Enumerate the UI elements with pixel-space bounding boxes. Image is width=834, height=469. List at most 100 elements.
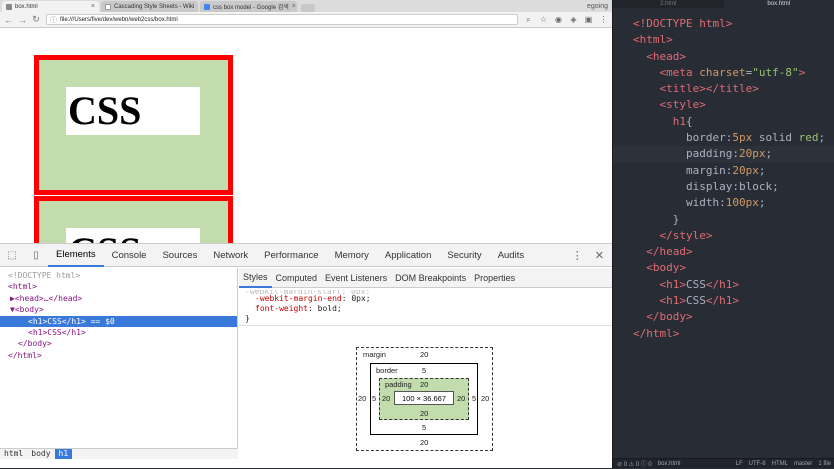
browser-tab-wikipedia[interactable]: Cascading Style Sheets - Wiki × bbox=[101, 1, 198, 12]
code-line: <style> bbox=[613, 97, 834, 113]
status-line-ending[interactable]: LF bbox=[736, 461, 743, 467]
inspect-element-icon[interactable]: ⬚ bbox=[0, 250, 24, 261]
h1-element-second[interactable]: CSS bbox=[34, 196, 233, 243]
margin-bottom-value[interactable]: 20 bbox=[420, 438, 428, 447]
close-icon[interactable]: × bbox=[91, 3, 95, 10]
more-options-icon[interactable]: ⋮ bbox=[572, 249, 583, 262]
code-line: border:5px solid red; bbox=[613, 130, 834, 146]
tab-memory[interactable]: Memory bbox=[327, 244, 377, 267]
menu-icon[interactable]: ⋮ bbox=[599, 15, 608, 24]
tab-label: box.html bbox=[15, 4, 38, 10]
css-value: 0px; bbox=[351, 294, 370, 303]
new-tab-button[interactable] bbox=[301, 4, 315, 12]
tab-computed[interactable]: Computed bbox=[272, 268, 322, 288]
dom-node-html-close[interactable]: </html> bbox=[0, 350, 237, 361]
browser-tab-box-html[interactable]: box.html × bbox=[2, 1, 99, 12]
extension-icon[interactable]: ▣ bbox=[584, 15, 593, 24]
tab-performance[interactable]: Performance bbox=[256, 244, 326, 267]
css-declaration[interactable]: -webkit-margin-end: 0px; bbox=[245, 294, 606, 304]
reload-icon[interactable]: ↻ bbox=[32, 14, 40, 25]
status-encoding[interactable]: UTF-8 bbox=[749, 461, 766, 467]
h1-content: CSS bbox=[66, 87, 200, 135]
breadcrumb: html body h1 bbox=[0, 448, 238, 459]
tab-dom-breakpoints[interactable]: DOM Breakpoints bbox=[391, 268, 470, 288]
code-line: </html> bbox=[613, 326, 834, 342]
status-grammar[interactable]: HTML bbox=[772, 461, 788, 467]
code-area[interactable]: <!DOCTYPE html> <html> <head> <meta char… bbox=[613, 8, 834, 342]
margin-label: margin bbox=[363, 350, 386, 359]
code-line: h1{ bbox=[613, 114, 834, 130]
border-left-value[interactable]: 5 bbox=[372, 394, 376, 403]
code-line: </head> bbox=[613, 244, 834, 260]
tab-styles[interactable]: Styles bbox=[239, 268, 272, 288]
diagnostics-count[interactable]: ⊘ 0 ⚠ 0 ⓘ 0 bbox=[617, 459, 652, 468]
h1-element-first[interactable]: CSS bbox=[34, 55, 233, 195]
tab-audits[interactable]: Audits bbox=[490, 244, 532, 267]
url-text: file:///Users/five/dev/webn/web2css/box.… bbox=[60, 17, 178, 23]
star-icon[interactable]: ☆ bbox=[539, 15, 548, 24]
page-viewport: CSS CSS bbox=[0, 28, 612, 243]
address-bar[interactable]: ⓘ file:///Users/five/dev/webn/web2css/bo… bbox=[46, 14, 518, 25]
css-property: -webkit-margin-end bbox=[255, 294, 342, 303]
code-line: display:block; bbox=[613, 179, 834, 195]
code-line: <h1>CSS</h1> bbox=[613, 277, 834, 293]
extension-icon[interactable]: ◉ bbox=[554, 15, 563, 24]
search-icon[interactable]: ⌕ bbox=[524, 15, 533, 25]
padding-right-value[interactable]: 20 bbox=[457, 394, 465, 403]
breadcrumb-html[interactable]: html bbox=[0, 449, 27, 459]
device-toolbar-icon[interactable]: ▯ bbox=[24, 250, 48, 261]
code-line: <html> bbox=[613, 32, 834, 48]
css-declaration[interactable]: font-weight: bold; bbox=[245, 304, 606, 314]
dom-node-html[interactable]: <html> bbox=[0, 281, 237, 292]
google-icon bbox=[204, 4, 210, 10]
margin-right-value[interactable]: 20 bbox=[481, 394, 489, 403]
editor-tab-box-html[interactable]: box.html bbox=[724, 0, 834, 8]
dom-node-doctype[interactable]: <!DOCTYPE html> bbox=[0, 270, 237, 281]
border-bottom-value[interactable]: 5 bbox=[422, 423, 426, 432]
tab-application[interactable]: Application bbox=[377, 244, 439, 267]
border-top-value[interactable]: 5 bbox=[422, 366, 426, 375]
tab-elements[interactable]: Elements bbox=[48, 244, 104, 267]
css-rule-close: } bbox=[245, 314, 606, 324]
tab-label: css box model - Google 검색 bbox=[213, 2, 289, 11]
dom-node-h1-selected[interactable]: <h1>CSS</h1> == $0 bbox=[0, 316, 237, 327]
status-files: 1 file bbox=[818, 461, 831, 467]
margin-left-value[interactable]: 20 bbox=[358, 394, 366, 403]
close-icon[interactable]: ✕ bbox=[595, 249, 604, 262]
padding-label: padding bbox=[385, 380, 412, 389]
tab-sources[interactable]: Sources bbox=[154, 244, 205, 267]
dom-node-body-close[interactable]: </body> bbox=[0, 338, 237, 349]
breadcrumb-body[interactable]: body bbox=[27, 449, 54, 459]
h1-text: CSS bbox=[68, 88, 141, 133]
close-icon[interactable]: × bbox=[197, 3, 198, 10]
h1-text: CSS bbox=[68, 229, 141, 243]
close-icon[interactable]: × bbox=[292, 3, 296, 10]
dom-node-body[interactable]: ▼<body> bbox=[0, 304, 237, 315]
padding-left-value[interactable]: 20 bbox=[382, 394, 390, 403]
editor-tab-2-html[interactable]: 2.html bbox=[613, 0, 724, 8]
forward-icon[interactable]: → bbox=[18, 15, 26, 25]
editor-tabbar: 2.html box.html bbox=[613, 0, 834, 8]
padding-bottom-value[interactable]: 20 bbox=[420, 409, 428, 418]
tab-network[interactable]: Network bbox=[205, 244, 256, 267]
margin-top-value[interactable]: 20 bbox=[420, 350, 428, 359]
tab-console[interactable]: Console bbox=[104, 244, 155, 267]
tab-security[interactable]: Security bbox=[439, 244, 489, 267]
css-value: bold; bbox=[318, 304, 342, 313]
browser-tab-google[interactable]: css box model - Google 검색 × bbox=[200, 1, 297, 12]
dom-node-h1[interactable]: <h1>CSS</h1> bbox=[0, 327, 237, 338]
extension-icon[interactable]: ◈ bbox=[569, 15, 578, 24]
border-right-value[interactable]: 5 bbox=[472, 394, 476, 403]
dom-node-head[interactable]: ▶<head>…</head> bbox=[0, 293, 237, 304]
tab-event-listeners[interactable]: Event Listeners bbox=[321, 268, 391, 288]
profile-name[interactable]: egoing bbox=[587, 3, 612, 10]
padding-top-value[interactable]: 20 bbox=[420, 380, 428, 389]
git-branch[interactable]: master bbox=[794, 461, 812, 467]
breadcrumb-h1[interactable]: h1 bbox=[55, 449, 73, 459]
editor-status-bar: ⊘ 0 ⚠ 0 ⓘ 0 box.html LF UTF-8 HTML maste… bbox=[613, 458, 834, 468]
tab-properties[interactable]: Properties bbox=[470, 268, 519, 288]
back-icon[interactable]: ← bbox=[4, 15, 12, 25]
border-label: border bbox=[376, 366, 398, 375]
elements-tree: <!DOCTYPE html> <html> ▶<head>…</head> ▼… bbox=[0, 268, 238, 459]
box-model-content[interactable]: 100 × 36.667 bbox=[394, 391, 454, 405]
